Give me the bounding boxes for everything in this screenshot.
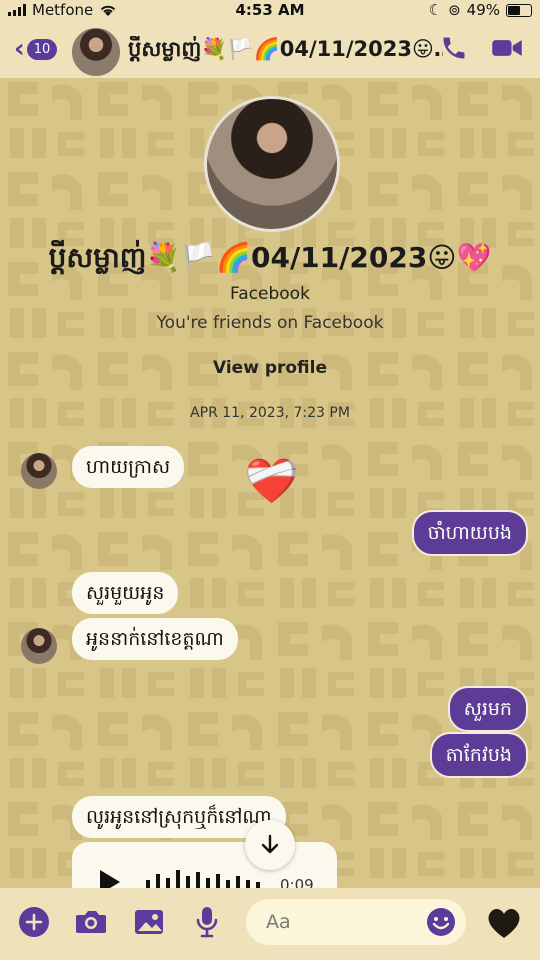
message-bubble[interactable]: សួរមក	[447, 686, 528, 732]
video-camera-icon[interactable]	[490, 34, 524, 62]
status-right: ☾ ⊚ 49%	[429, 1, 532, 19]
heart-icon[interactable]	[486, 906, 522, 940]
battery-percent: 49%	[466, 1, 500, 19]
chat-header: ‹ 10 ប្តីសម្លាញ់💐🏳️‍🌈04/11/2023😛…	[0, 22, 540, 78]
back-button[interactable]: ‹ 10	[14, 34, 58, 64]
voice-duration: 0:09	[280, 876, 314, 888]
composer-bar: Aa	[0, 888, 540, 960]
voice-message[interactable]: 0:09	[72, 842, 337, 888]
play-icon[interactable]	[100, 870, 120, 888]
status-bar: Metfone 4:53 AM ☾ ⊚ 49%	[0, 0, 540, 22]
message-input[interactable]: Aa	[246, 899, 466, 945]
profile-source: Facebook	[230, 284, 310, 304]
message-bubble[interactable]: សួរមួយអូន	[72, 572, 179, 614]
camera-icon[interactable]	[74, 907, 108, 937]
contact-name[interactable]: ប្តីសម្លាញ់💐🏳️‍🌈04/11/2023😛…	[128, 36, 443, 67]
battery-icon	[506, 3, 532, 17]
unread-count-badge: 10	[26, 38, 58, 60]
message-input-placeholder: Aa	[266, 911, 291, 933]
view-profile-button[interactable]: View profile	[0, 358, 540, 378]
header-actions	[440, 34, 524, 62]
message-bubble[interactable]: ចាំហាយបង	[411, 510, 528, 556]
moon-icon: ☾	[428, 1, 443, 19]
waveform	[146, 870, 260, 888]
microphone-icon[interactable]	[194, 905, 220, 939]
message-bubble[interactable]: ហាយក្រាស	[72, 446, 185, 488]
gallery-icon[interactable]	[133, 907, 165, 937]
sender-avatar[interactable]	[21, 628, 57, 664]
plus-icon[interactable]	[18, 906, 50, 938]
message-bubble[interactable]: តាកែវបង	[429, 732, 528, 778]
contact-avatar[interactable]	[70, 26, 122, 78]
message-bubble[interactable]: អូននាក់នៅខេត្តណា	[72, 618, 238, 660]
arrow-down-icon	[261, 834, 279, 854]
friends-text: You're friends on Facebook	[156, 313, 384, 333]
back-chevron-icon: ‹	[14, 34, 25, 64]
mending-heart-reaction[interactable]: ❤️‍🩹	[244, 460, 299, 504]
emoji-icon[interactable]	[426, 907, 456, 937]
date-stamp: APR 11, 2023, 7:23 PM	[190, 405, 350, 421]
profile-name: ប្តីសម្លាញ់💐🏳️‍🌈04/11/2023😛💖	[48, 241, 492, 274]
phone-icon[interactable]	[440, 34, 468, 62]
scroll-down-button[interactable]	[245, 820, 295, 870]
profile-photo[interactable]	[204, 96, 340, 232]
sender-avatar[interactable]	[21, 453, 57, 489]
rotation-lock-icon: ⊚	[448, 1, 461, 19]
